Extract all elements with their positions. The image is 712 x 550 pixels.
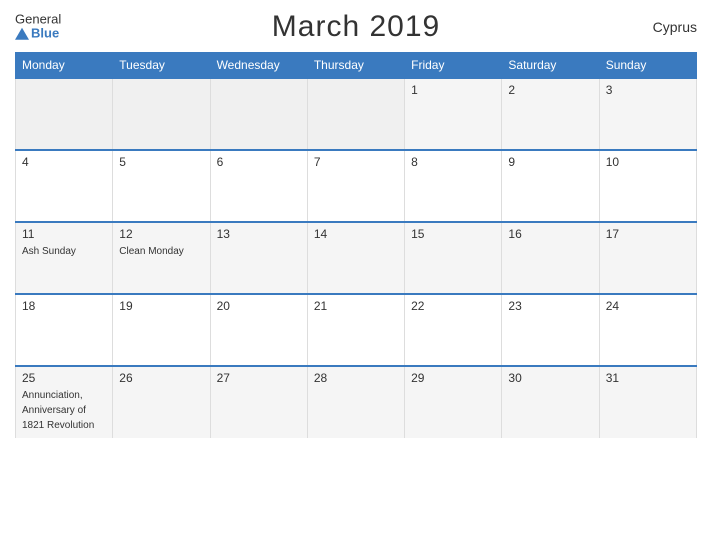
calendar-cell: 23 <box>502 294 599 366</box>
calendar-cell <box>307 78 404 150</box>
day-number: 6 <box>217 155 301 169</box>
day-number: 15 <box>411 227 495 241</box>
calendar-cell: 22 <box>405 294 502 366</box>
day-number: 11 <box>22 227 106 241</box>
calendar-cell: 4 <box>16 150 113 222</box>
day-number: 30 <box>508 371 592 385</box>
weekday-header: Thursday <box>307 53 404 79</box>
calendar-cell: 26 <box>113 366 210 438</box>
day-number: 5 <box>119 155 203 169</box>
calendar-cell: 16 <box>502 222 599 294</box>
calendar-cell: 7 <box>307 150 404 222</box>
day-number: 22 <box>411 299 495 313</box>
calendar-cell: 18 <box>16 294 113 366</box>
calendar-cell: 20 <box>210 294 307 366</box>
calendar-cell: 28 <box>307 366 404 438</box>
calendar-cell <box>210 78 307 150</box>
event-label: Annunciation, Anniversary of 1821 Revolu… <box>22 390 94 431</box>
day-number: 28 <box>314 371 398 385</box>
day-number: 27 <box>217 371 301 385</box>
event-label: Ash Sunday <box>22 246 76 257</box>
calendar-cell: 6 <box>210 150 307 222</box>
calendar-cell: 3 <box>599 78 696 150</box>
calendar-cell: 25 Annunciation, Anniversary of 1821 Revo… <box>16 366 113 438</box>
calendar-cell: 13 <box>210 222 307 294</box>
day-number: 12 <box>119 227 203 241</box>
day-number: 18 <box>22 299 106 313</box>
day-number: 31 <box>606 371 690 385</box>
logo-blue-text: Blue <box>15 27 61 41</box>
weekday-header: Monday <box>16 53 113 79</box>
day-number: 16 <box>508 227 592 241</box>
logo-general-text: General <box>15 13 61 27</box>
logo-triangle-icon <box>15 28 29 40</box>
calendar-cell: 27 <box>210 366 307 438</box>
calendar-cell: 19 <box>113 294 210 366</box>
weekday-header: Tuesday <box>113 53 210 79</box>
weekday-header: Wednesday <box>210 53 307 79</box>
calendar-week-row: 11 Ash Sunday 12 Clean Monday 13 14 15 16 17 <box>16 222 697 294</box>
header: General Blue March 2019 Cyprus <box>15 10 697 44</box>
calendar-header: MondayTuesdayWednesdayThursdayFridaySatu… <box>16 53 697 79</box>
weekday-header: Sunday <box>599 53 696 79</box>
day-number: 26 <box>119 371 203 385</box>
calendar-cell: 14 <box>307 222 404 294</box>
day-number: 25 <box>22 371 106 385</box>
calendar-body: 1234567891011Ash Sunday12Clean Monday131… <box>16 78 697 438</box>
day-number: 24 <box>606 299 690 313</box>
day-number: 17 <box>606 227 690 241</box>
day-number: 13 <box>217 227 301 241</box>
calendar-cell: 29 <box>405 366 502 438</box>
calendar-title: March 2019 <box>272 10 440 44</box>
day-number: 8 <box>411 155 495 169</box>
day-number: 20 <box>217 299 301 313</box>
day-number: 3 <box>606 83 690 97</box>
calendar-cell: 30 <box>502 366 599 438</box>
calendar-cell <box>16 78 113 150</box>
calendar-cell: 5 <box>113 150 210 222</box>
page: General Blue March 2019 Cyprus MondayTue… <box>0 0 712 550</box>
calendar-cell: 1 <box>405 78 502 150</box>
calendar-week-row: 456789 10 <box>16 150 697 222</box>
logo: General Blue <box>15 13 61 42</box>
calendar-week-row: 123 <box>16 78 697 150</box>
event-label: Clean Monday <box>119 246 183 257</box>
day-number: 9 <box>508 155 592 169</box>
country-label: Cyprus <box>653 19 697 35</box>
calendar-cell: 11 Ash Sunday <box>16 222 113 294</box>
calendar-week-row: 18 19 20 21 22 23 24 <box>16 294 697 366</box>
calendar-cell <box>113 78 210 150</box>
day-number: 21 <box>314 299 398 313</box>
day-number: 10 <box>606 155 690 169</box>
calendar-week-row: 25 Annunciation, Anniversary of 1821 Revo… <box>16 366 697 438</box>
weekday-header: Saturday <box>502 53 599 79</box>
calendar-cell: 24 <box>599 294 696 366</box>
calendar-cell: 15 <box>405 222 502 294</box>
weekday-row: MondayTuesdayWednesdayThursdayFridaySatu… <box>16 53 697 79</box>
calendar-cell: 8 <box>405 150 502 222</box>
day-number: 7 <box>314 155 398 169</box>
day-number: 4 <box>22 155 106 169</box>
calendar-cell: 17 <box>599 222 696 294</box>
day-number: 14 <box>314 227 398 241</box>
calendar-cell: 31 <box>599 366 696 438</box>
calendar-table: MondayTuesdayWednesdayThursdayFridaySatu… <box>15 52 697 438</box>
day-number: 2 <box>508 83 592 97</box>
calendar-cell: 12 Clean Monday <box>113 222 210 294</box>
day-number: 19 <box>119 299 203 313</box>
calendar-cell: 10 <box>599 150 696 222</box>
day-number: 1 <box>411 83 495 97</box>
day-number: 29 <box>411 371 495 385</box>
calendar-cell: 9 <box>502 150 599 222</box>
day-number: 23 <box>508 299 592 313</box>
calendar-cell: 2 <box>502 78 599 150</box>
calendar-cell: 21 <box>307 294 404 366</box>
weekday-header: Friday <box>405 53 502 79</box>
